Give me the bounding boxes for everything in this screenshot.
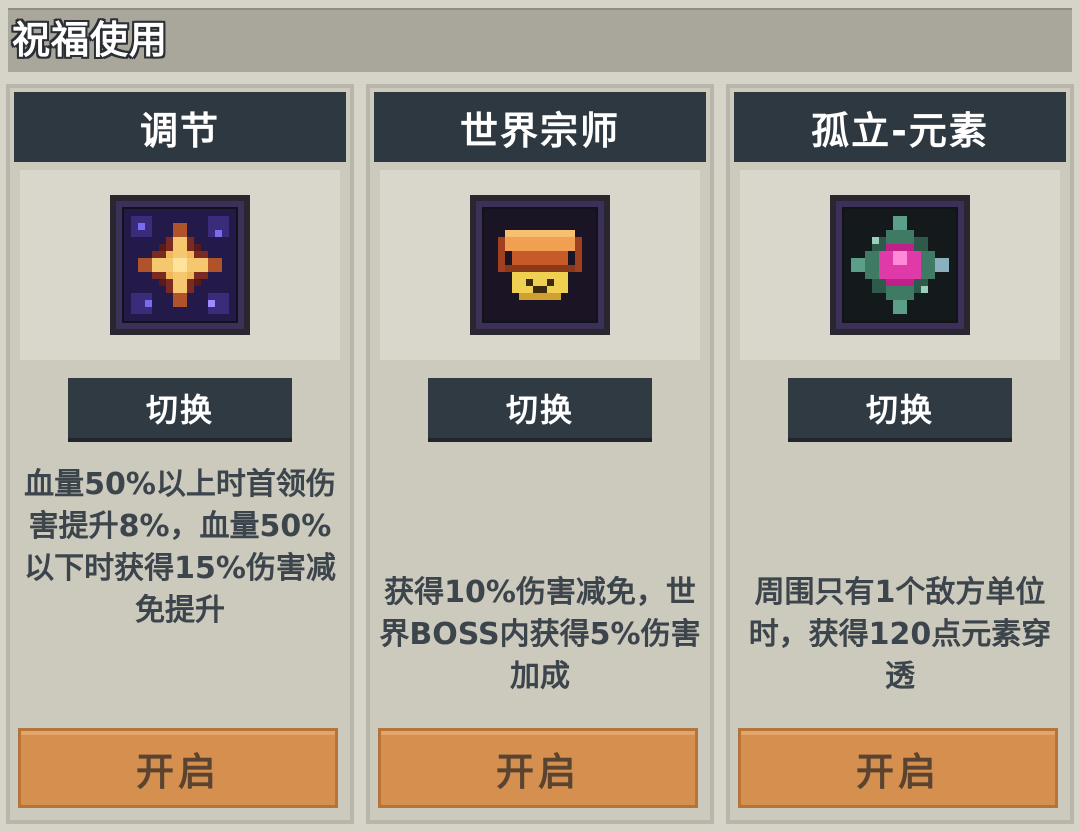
orange-crown-icon [470,195,610,335]
switch-button[interactable]: 切换 [428,378,652,442]
card-title-bar: 调节 [14,92,346,162]
switch-button[interactable]: 切换 [68,378,292,442]
open-button[interactable]: 开启 [378,728,698,808]
open-button-label: 开启 [135,749,220,794]
icon-area [740,170,1060,360]
header-bar: 祝福使用 [0,0,1080,80]
card-description: 获得10%伤害减免，世界BOSS内获得5%伤害加成 [379,575,701,694]
blessing-card: 孤立-元素 切换 周围只有1个敌方单位时，获得120点元素穿透 开启 [726,84,1074,824]
star-burst-icon [110,195,250,335]
switch-button-label: 切换 [505,391,574,429]
blessing-card: 世界宗师 切换 获得10%伤害减免，世界BOSS内获得5%伤害加成 开启 [366,84,714,824]
open-button-label: 开启 [495,749,580,794]
card-title-bar: 孤立-元素 [734,92,1066,162]
page-title: 祝福使用 [12,18,169,62]
open-button[interactable]: 开启 [738,728,1058,808]
card-title: 世界宗师 [459,108,620,153]
pink-gem-icon [830,195,970,335]
card-description: 血量50%以上时首领伤害提升8%，血量50%以下时获得15%伤害减免提升 [24,467,336,628]
card-title: 调节 [139,108,220,153]
switch-button-label: 切换 [145,391,214,429]
open-button-label: 开启 [855,749,940,794]
switch-button-label: 切换 [865,391,934,429]
blessing-card: 调节 切换 血量50%以上时首领伤害提升8%，血量50%以下时获得15%伤害减免… [6,84,354,824]
card-title: 孤立-元素 [811,108,989,153]
card-title-bar: 世界宗师 [374,92,706,162]
switch-button[interactable]: 切换 [788,378,1012,442]
open-button[interactable]: 开启 [18,728,338,808]
icon-area [20,170,340,360]
card-description: 周围只有1个敌方单位时，获得120点元素穿透 [748,575,1052,694]
icon-area [380,170,700,360]
